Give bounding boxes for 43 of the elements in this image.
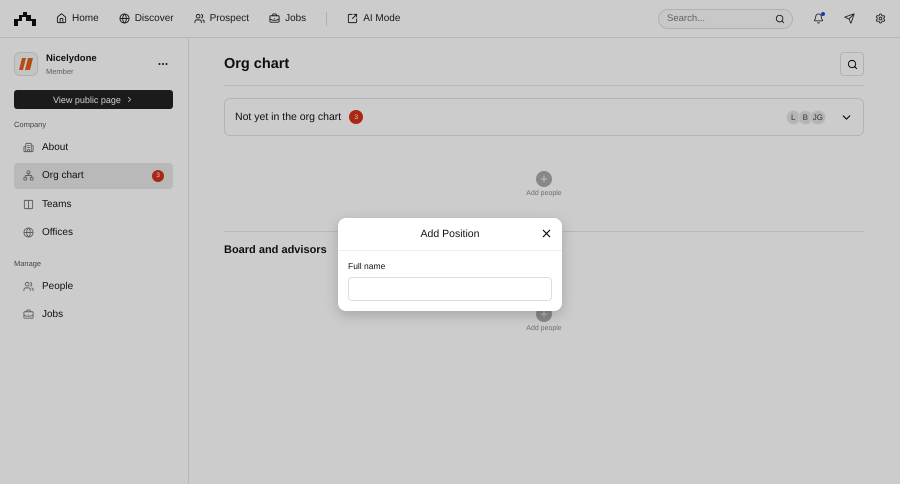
nav-link[interactable]: AI Mode [347, 13, 400, 24]
building-icon [23, 142, 34, 152]
nav-link[interactable]: Prospect [194, 13, 250, 24]
company-logo [14, 52, 38, 76]
nav-link[interactable]: Jobs [269, 13, 306, 24]
settings-icon[interactable] [875, 13, 886, 24]
send-icon[interactable] [844, 13, 855, 24]
notifications-icon[interactable] [813, 13, 824, 24]
view-public-page-button[interactable]: View public page [14, 90, 173, 109]
card-title: Not yet in the org chart [235, 111, 342, 123]
search-field[interactable]: Search... [658, 8, 793, 28]
plus-icon [539, 174, 549, 184]
search-icon [846, 58, 858, 70]
sidebar-item[interactable]: About [14, 134, 173, 160]
nav-link[interactable]: Discover [118, 13, 174, 24]
sidebar-item[interactable]: Jobs [14, 302, 173, 328]
globe-icon [118, 13, 130, 24]
nav-link[interactable]: Home [56, 13, 99, 24]
home-icon [56, 13, 67, 24]
briefcase-icon [23, 309, 34, 320]
globe-icon [23, 227, 34, 238]
full-name-field[interactable] [348, 277, 552, 301]
close-icon [540, 227, 553, 240]
sidebar-item[interactable]: Teams [14, 191, 173, 217]
search-button[interactable] [840, 52, 864, 76]
people-icon [194, 13, 205, 24]
search-icon [775, 14, 785, 24]
sidebar-item[interactable]: Offices [14, 220, 173, 246]
avatar: JG [810, 110, 826, 124]
logo-icon[interactable] [14, 12, 36, 26]
avatar: L [786, 110, 801, 124]
page-title: Org chart [224, 56, 290, 72]
section-heading: Board and advisors [224, 244, 328, 256]
dialog-title: Add Position [420, 228, 480, 240]
people-icon [23, 280, 34, 292]
briefcase-icon [269, 13, 280, 24]
company-name: Nicelydone [46, 52, 97, 64]
org-chart-icon [23, 170, 34, 181]
close-button[interactable] [540, 227, 553, 240]
columns-icon [23, 198, 34, 210]
sidebar-item[interactable]: People [14, 273, 173, 299]
field-label: Full name [348, 261, 386, 271]
avatar: B [798, 110, 813, 124]
